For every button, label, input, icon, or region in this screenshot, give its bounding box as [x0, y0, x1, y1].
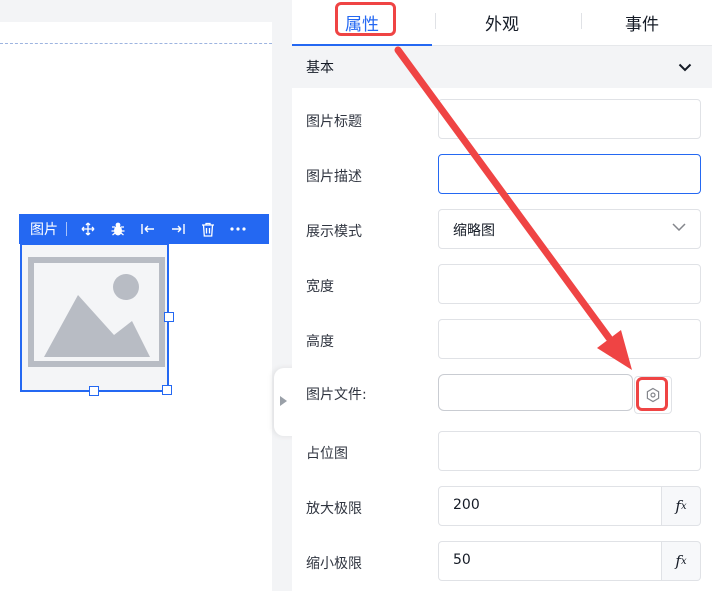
width-input[interactable]	[438, 264, 701, 304]
toolbar-divider	[66, 222, 67, 236]
align-left-icon[interactable]	[133, 214, 163, 244]
placeholder-input[interactable]	[438, 431, 701, 471]
chevron-down-icon	[678, 63, 692, 71]
image-component[interactable]	[20, 243, 169, 392]
more-icon[interactable]	[223, 214, 253, 244]
highlight-properties-tab	[335, 2, 396, 36]
canvas-panel-gutter	[272, 0, 292, 591]
align-right-icon[interactable]	[163, 214, 193, 244]
height-input[interactable]	[438, 319, 701, 359]
field-row-zoom-max: 放大极限 200 fx	[292, 486, 712, 528]
image-file-label: 图片文件:	[306, 387, 367, 403]
height-label: 高度	[306, 334, 334, 350]
component-name: 图片	[30, 222, 58, 238]
image-desc-input[interactable]	[438, 154, 701, 194]
canvas-guide-line	[0, 43, 292, 44]
image-title-input[interactable]	[438, 99, 701, 139]
zoom-min-fx-button[interactable]: fx	[662, 541, 701, 581]
move-icon[interactable]	[73, 214, 103, 244]
field-row-image-desc: 图片描述	[292, 154, 712, 196]
resize-handle-bottom[interactable]	[89, 386, 99, 396]
chevron-down-icon	[672, 223, 686, 231]
zoom-max-input[interactable]: 200	[438, 486, 662, 526]
field-row-zoom-min: 缩小极限 50 fx	[292, 541, 712, 583]
zoom-min-label: 缩小极限	[306, 556, 362, 572]
bug-icon[interactable]	[103, 214, 133, 244]
zoom-max-fx-button[interactable]: fx	[662, 486, 701, 526]
tab-events[interactable]: 事件	[572, 0, 712, 45]
canvas-top-area	[0, 0, 272, 22]
width-label: 宽度	[306, 279, 334, 295]
placeholder-label: 占位图	[306, 446, 348, 462]
image-desc-label: 图片描述	[306, 169, 362, 185]
component-toolbar: 图片	[19, 214, 269, 244]
tab-divider	[435, 13, 436, 29]
zoom-min-input[interactable]: 50	[438, 541, 662, 581]
field-row-width: 宽度	[292, 264, 712, 306]
field-row-height: 高度	[292, 319, 712, 361]
display-mode-select[interactable]: 缩略图	[438, 209, 701, 249]
field-row-placeholder: 占位图	[292, 431, 712, 473]
property-panel: 属性 外观 事件 基本 图片标题 图片描述 展示模式 缩略图 宽度 高度 图片文…	[292, 0, 712, 591]
section-basic-header[interactable]: 基本	[292, 46, 712, 88]
section-title: 基本	[306, 60, 334, 76]
trash-icon[interactable]	[193, 214, 223, 244]
image-title-label: 图片标题	[306, 114, 362, 130]
caret-right-icon	[280, 396, 287, 406]
resize-handle-right[interactable]	[164, 312, 174, 322]
image-file-input[interactable]	[438, 374, 633, 411]
image-placeholder-icon	[28, 257, 165, 367]
display-mode-label: 展示模式	[306, 224, 362, 240]
app-root: 图片 属性 外观 事件 基本 图片标题 图片描述 展示模式 缩略图 宽度 高度 …	[0, 0, 712, 591]
resize-handle-corner[interactable]	[162, 385, 172, 395]
tab-appearance[interactable]: 外观	[432, 0, 572, 45]
field-row-display-mode: 展示模式 缩略图	[292, 209, 712, 251]
display-mode-value: 缩略图	[453, 223, 495, 239]
highlight-file-button	[636, 377, 668, 411]
tab-divider	[581, 13, 582, 29]
field-row-image-title: 图片标题	[292, 99, 712, 141]
zoom-max-label: 放大极限	[306, 501, 362, 517]
